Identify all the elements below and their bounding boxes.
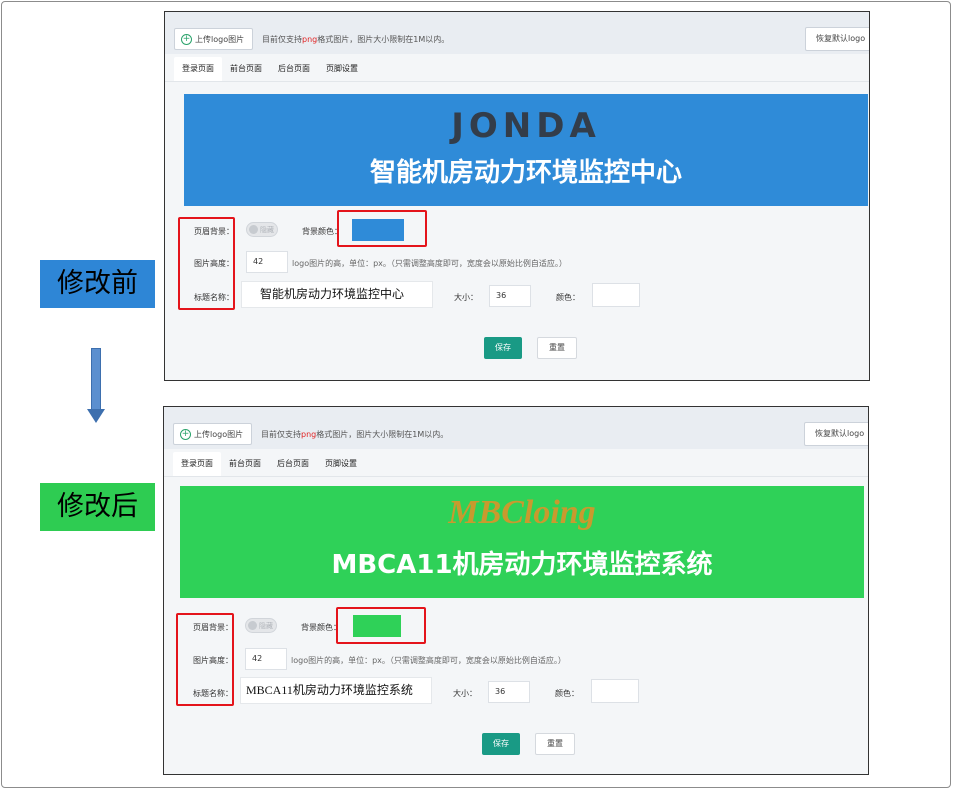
color-label: 颜色： bbox=[556, 293, 580, 302]
header-bg-row: 页眉背景： 隐藏 背景颜色： bbox=[165, 217, 869, 243]
upload-logo-label: 上传logo图片 bbox=[194, 429, 244, 439]
tab-login[interactable]: 登录页面 bbox=[173, 452, 221, 476]
header-bg-label: 页眉背景： bbox=[194, 227, 234, 236]
title-label: 标题名称： bbox=[194, 293, 234, 302]
tab-bar: 登录页面 前台页面 后台页面 页脚设置 bbox=[173, 452, 365, 476]
tab-frontend[interactable]: 前台页面 bbox=[221, 452, 269, 476]
tab-login[interactable]: 登录页面 bbox=[174, 57, 222, 81]
title-input[interactable]: 智能机房动力环境监控中心 bbox=[241, 281, 433, 308]
upload-note: 目前仅支持png格式图片，图片大小限制在1M以内。 bbox=[262, 34, 449, 45]
after-label: 修改后 bbox=[40, 483, 155, 531]
bg-color-label: 背景颜色： bbox=[302, 227, 342, 236]
upload-toolbar: + 上传logo图片 目前仅支持png格式图片，图片大小限制在1M以内。 恢复默… bbox=[165, 12, 869, 54]
size-input[interactable]: 36 bbox=[488, 681, 530, 703]
color-label: 颜色： bbox=[555, 689, 579, 698]
reset-button[interactable]: 重置 bbox=[537, 337, 577, 359]
note-suffix: 格式图片，图片大小限制在1M以内。 bbox=[316, 430, 449, 439]
header-bg-toggle[interactable]: 隐藏 bbox=[245, 618, 277, 633]
size-input[interactable]: 36 bbox=[489, 285, 531, 307]
tab-backend[interactable]: 后台页面 bbox=[269, 452, 317, 476]
note-suffix: 格式图片，图片大小限制在1M以内。 bbox=[317, 35, 450, 44]
tab-backend[interactable]: 后台页面 bbox=[270, 57, 318, 81]
logo-image: JONDA bbox=[451, 106, 601, 146]
toggle-knob bbox=[249, 225, 258, 234]
bg-color-label: 背景颜色： bbox=[301, 623, 341, 632]
title-row: 标题名称： 智能机房动力环境监控中心 大小： 36 颜色： bbox=[165, 281, 869, 309]
header-preview-banner: JONDA 智能机房动力环境监控中心 bbox=[184, 94, 868, 206]
banner-title: 智能机房动力环境监控中心 bbox=[369, 158, 682, 188]
tab-divider bbox=[165, 81, 869, 82]
restore-default-logo-button[interactable]: 恢复默认logo bbox=[805, 27, 869, 51]
reset-button[interactable]: 重置 bbox=[535, 733, 575, 755]
title-color-input[interactable] bbox=[592, 283, 640, 307]
title-label: 标题名称： bbox=[193, 689, 233, 698]
image-height-input[interactable]: 42 bbox=[245, 648, 287, 670]
title-input[interactable]: MBCA11机房动力环境监控系统 bbox=[240, 677, 432, 704]
tab-divider bbox=[164, 476, 868, 477]
plus-icon: + bbox=[180, 428, 191, 440]
image-height-hint: logo图片的高，单位：px。（只需调整高度即可，宽度会以原始比例自适应。） bbox=[292, 259, 567, 268]
upload-logo-button[interactable]: + 上传logo图片 bbox=[173, 423, 253, 445]
upload-toolbar: + 上传logo图片 目前仅支持png格式图片，图片大小限制在1M以内。 恢复默… bbox=[164, 407, 868, 449]
image-height-hint: logo图片的高，单位：px。（只需调整高度即可，宽度会以原始比例自适应。） bbox=[291, 656, 566, 665]
image-height-row: 图片高度： 42 logo图片的高，单位：px。（只需调整高度即可，宽度会以原始… bbox=[165, 249, 869, 275]
tab-footer[interactable]: 页脚设置 bbox=[317, 452, 365, 476]
settings-panel-after: + 上传logo图片 目前仅支持png格式图片，图片大小限制在1M以内。 恢复默… bbox=[163, 406, 869, 775]
note-prefix: 目前仅支持 bbox=[262, 35, 302, 44]
tab-frontend[interactable]: 前台页面 bbox=[222, 57, 270, 81]
restore-default-logo-button[interactable]: 恢复默认logo bbox=[804, 422, 868, 446]
logo-image: MBCloing bbox=[448, 494, 596, 531]
header-bg-label: 页眉背景： bbox=[193, 623, 233, 632]
upload-logo-button[interactable]: + 上传logo图片 bbox=[174, 28, 254, 50]
banner-title: MBCA11机房动力环境监控系统 bbox=[331, 550, 713, 580]
image-height-label: 图片高度： bbox=[193, 656, 233, 665]
save-button[interactable]: 保存 bbox=[484, 337, 522, 359]
image-height-row: 图片高度： 42 logo图片的高，单位：px。（只需调整高度即可，宽度会以原始… bbox=[164, 646, 868, 672]
bg-color-swatch[interactable] bbox=[352, 219, 404, 241]
header-bg-row: 页眉背景： 隐藏 背景颜色： bbox=[164, 613, 868, 639]
upload-logo-label: 上传logo图片 bbox=[195, 34, 245, 44]
bg-color-swatch[interactable] bbox=[353, 615, 401, 637]
image-height-label: 图片高度： bbox=[194, 259, 234, 268]
size-label: 大小： bbox=[454, 293, 478, 302]
plus-icon: + bbox=[181, 33, 192, 45]
size-label: 大小： bbox=[453, 689, 477, 698]
note-highlight: png bbox=[302, 35, 318, 44]
upload-note: 目前仅支持png格式图片，图片大小限制在1M以内。 bbox=[261, 429, 448, 440]
header-preview-banner: MBCloing MBCA11机房动力环境监控系统 bbox=[180, 486, 864, 598]
down-arrow-icon bbox=[91, 348, 101, 410]
settings-panel-before: + 上传logo图片 目前仅支持png格式图片，图片大小限制在1M以内。 恢复默… bbox=[164, 11, 870, 381]
toggle-text: 隐藏 bbox=[259, 622, 273, 630]
note-highlight: png bbox=[301, 430, 317, 439]
save-button[interactable]: 保存 bbox=[482, 733, 520, 755]
title-color-input[interactable] bbox=[591, 679, 639, 703]
note-prefix: 目前仅支持 bbox=[261, 430, 301, 439]
toggle-knob bbox=[248, 621, 257, 630]
image-height-input[interactable]: 42 bbox=[246, 251, 288, 273]
header-bg-toggle[interactable]: 隐藏 bbox=[246, 222, 278, 237]
title-row: 标题名称： MBCA11机房动力环境监控系统 大小： 36 颜色： bbox=[164, 677, 868, 705]
down-arrow-head bbox=[87, 409, 105, 423]
tab-footer[interactable]: 页脚设置 bbox=[318, 57, 366, 81]
tab-bar: 登录页面 前台页面 后台页面 页脚设置 bbox=[174, 57, 366, 81]
before-label: 修改前 bbox=[40, 260, 155, 308]
toggle-text: 隐藏 bbox=[260, 226, 274, 234]
